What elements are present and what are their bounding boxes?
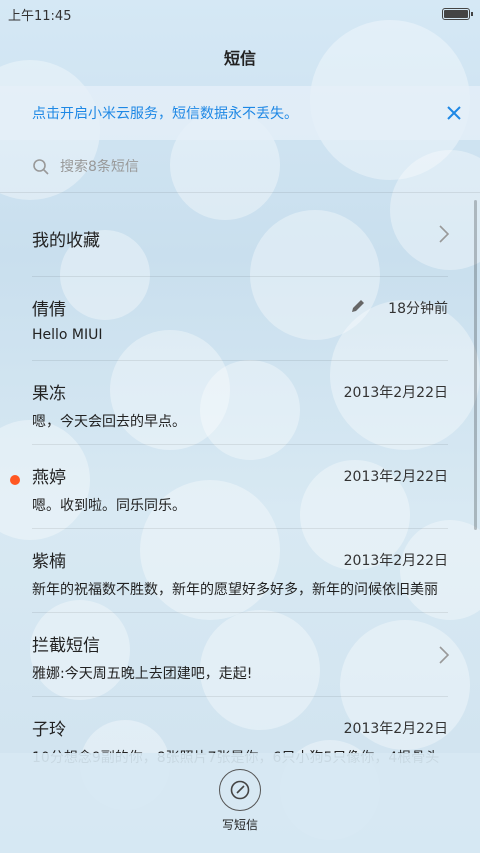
conversation-list: 我的收藏 倩倩 18分钟前 Hello MIUI 果冻 2013年2月22日 嗯… [0,193,480,781]
conversation-name: 子玲 [32,720,66,740]
conversation-time: 18分钟前 [388,301,448,317]
conversation-preview: 雅娜:今天周五晚上去团建吧，走起! [32,666,253,682]
list-item-favorites[interactable]: 我的收藏 [0,193,480,277]
conversation-preview: 新年的祝福数不胜数，新年的愿望好多好多，新年的问候依旧美丽 [32,582,438,598]
conversation-name: 果冻 [32,384,66,404]
conversation-name: 我的收藏 [32,231,100,251]
list-item[interactable]: 燕婷 2013年2月22日 嗯。收到啦。同乐同乐。 [0,445,480,529]
page-title: 短信 [223,49,256,68]
conversation-name: 紫楠 [32,552,66,572]
conversation-time: 2013年2月22日 [343,553,448,569]
pencil-icon [352,300,364,312]
conversation-preview: 嗯，今天会回去的早点。 [32,414,186,430]
status-time: 上午11:45 [8,8,72,24]
cloud-service-banner[interactable]: 点击开启小米云服务，短信数据永不丢失。 [0,86,480,140]
scrollbar[interactable] [474,200,477,530]
conversation-name: 拦截短信 [32,636,100,656]
search-icon [33,159,49,175]
conversation-time: 2013年2月22日 [343,721,448,737]
chevron-right-icon [439,646,450,664]
list-item[interactable]: 果冻 2013年2月22日 嗯，今天会回去的早点。 [0,361,480,445]
compose-icon [230,780,250,800]
battery-icon [442,8,473,20]
conversation-name: 倩倩 [32,300,66,320]
chevron-right-icon [439,225,450,243]
search-bar[interactable] [32,148,448,186]
search-input[interactable] [60,159,360,175]
list-item[interactable]: 倩倩 18分钟前 Hello MIUI [0,277,480,361]
unread-dot-icon [10,475,20,485]
list-item[interactable]: 紫楠 2013年2月22日 新年的祝福数不胜数，新年的愿望好多好多，新年的问候依… [0,529,480,613]
compose-label: 写短信 [221,818,258,832]
conversation-preview: 嗯。收到啦。同乐同乐。 [32,498,186,514]
conversation-time: 2013年2月22日 [343,469,448,485]
list-item-blocked[interactable]: 拦截短信 雅娜:今天周五晚上去团建吧，走起! [0,613,480,697]
bottom-bar: 写短信 [0,753,480,853]
conversation-preview: Hello MIUI [32,327,103,343]
conversation-time: 2013年2月22日 [343,385,448,401]
compose-button[interactable] [219,769,261,811]
status-bar: 上午11:45 [0,0,480,28]
conversation-name: 燕婷 [32,468,66,488]
banner-text: 点击开启小米云服务，短信数据永不丢失。 [32,106,298,122]
close-icon[interactable] [444,103,464,123]
